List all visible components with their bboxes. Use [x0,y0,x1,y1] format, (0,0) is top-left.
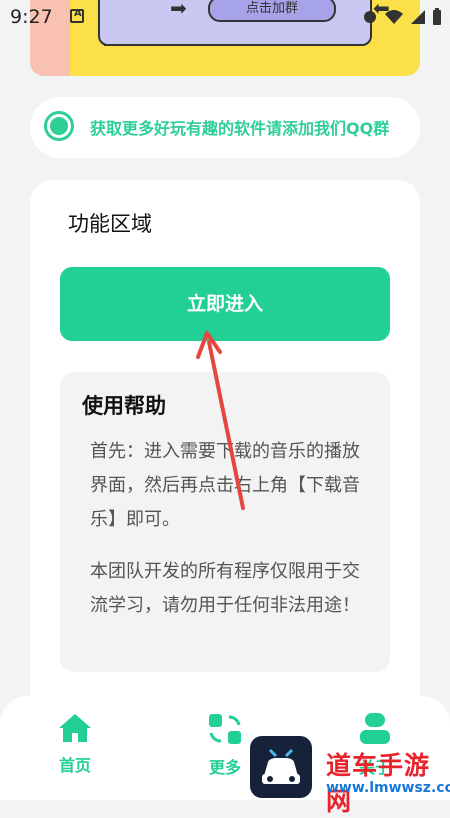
section-title: 功能区域 [68,212,152,236]
signal-dots-icon [364,11,376,23]
help-paragraph-1: 首先：进入需要下载的音乐的播放界面，然后再点击右上角【下载音乐】即可。 [90,441,360,530]
nav-home[interactable]: 首页 [30,712,120,776]
notice-bar[interactable]: 获取更多好玩有趣的软件请添加我们QQ群 [30,97,420,158]
cellular-icon [411,10,425,24]
banner-illustration-base [104,36,364,46]
nav-home-label: 首页 [58,756,91,775]
notification-icon [70,8,84,23]
notice-text: 获取更多好玩有趣的软件请添加我们QQ群 [90,119,390,138]
enter-now-button[interactable]: 立即进入 [60,267,390,341]
help-title: 使用帮助 [82,394,166,418]
notice-dot-icon [44,111,74,141]
refresh-grid-icon [209,714,241,744]
home-icon [59,714,91,742]
function-card: 功能区域 立即进入 使用帮助 首先：进入需要下载的音乐的播放界面，然后再点击右上… [30,180,420,780]
status-time: 9:27 [10,6,53,28]
wifi-icon [385,10,403,24]
system-icons [362,8,442,26]
battery-icon [433,8,441,25]
status-bar: 9:27 [0,0,450,34]
watermark-url: www.lmwwsz.com [326,780,450,796]
help-paragraph-2: 本团队开发的所有程序仅限用于交流学习，请勿用于任何非法用途！ [90,561,360,616]
watermark: 道车手游网 www.lmwwsz.com [250,736,450,816]
car-logo-icon [262,748,300,784]
help-box: 使用帮助 首先：进入需要下载的音乐的播放界面，然后再点击右上角【下载音乐】即可。… [60,372,390,672]
watermark-logo [250,736,312,798]
